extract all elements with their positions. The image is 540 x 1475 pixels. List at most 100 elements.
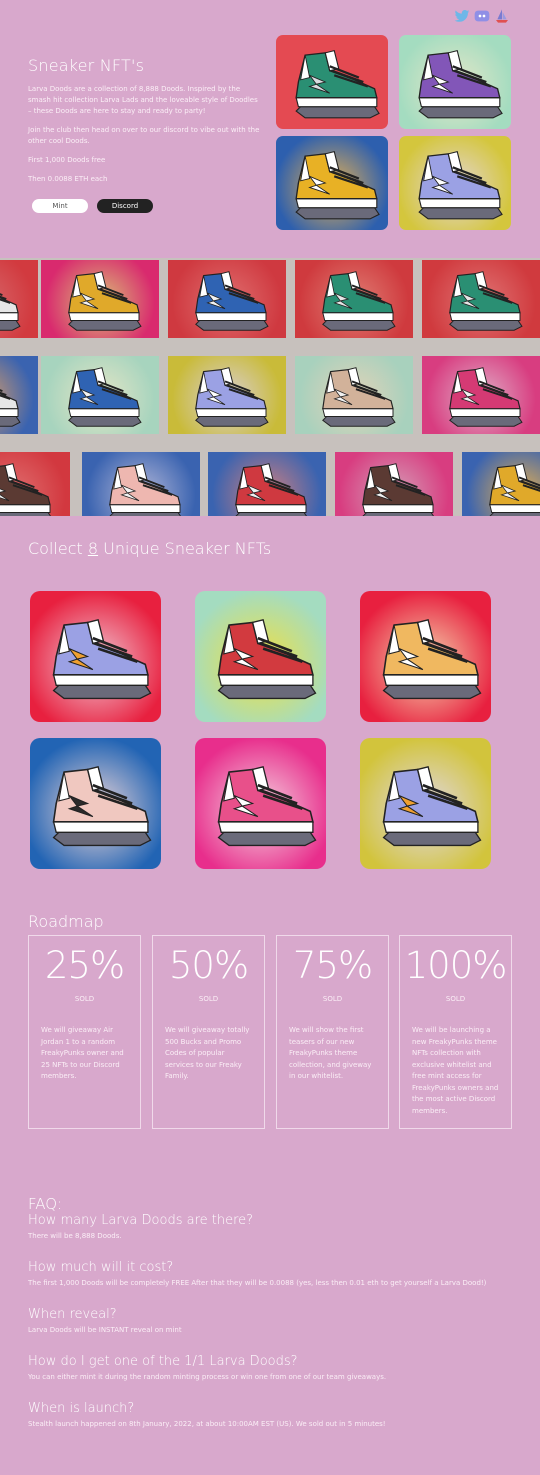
discord-button[interactable]: Discord (97, 199, 153, 213)
roadmap-title: Roadmap (28, 912, 104, 931)
faq-question: How many Larva Doods are there? (28, 1213, 254, 1228)
faq-title: FAQ: (28, 1195, 63, 1213)
social-links (454, 8, 510, 24)
discord-icon[interactable] (474, 8, 490, 24)
faq-item: How many Larva Doods are there? There wi… (28, 1213, 518, 1240)
collect-title-prefix: Collect (28, 539, 88, 558)
sneaker-image (322, 367, 396, 427)
hero-sneaker-tile (399, 35, 511, 129)
sneaker-image (68, 367, 142, 427)
banner-tile (41, 260, 159, 338)
banner-tile (82, 452, 200, 516)
faq-answer: Stealth launch happened on 8th January, … (28, 1420, 386, 1428)
sneaker-image (382, 619, 482, 700)
sneaker-image (217, 766, 317, 847)
banner-tile (422, 356, 540, 434)
sneaker-banner (0, 258, 540, 516)
sneaker-image (295, 49, 380, 119)
roadmap-description: We will giveaway totally 500 Bucks and P… (165, 1026, 250, 1080)
banner-tile (168, 260, 286, 338)
sneaker-image (449, 367, 523, 427)
banner-tile (462, 452, 540, 516)
sneaker-image (489, 463, 540, 516)
banner-tile (295, 356, 413, 434)
hero-description: Larva Doods are a collection of 8,888 Do… (28, 85, 258, 115)
banner-tile (0, 452, 70, 516)
faq-answer: The first 1,000 Doods will be completely… (28, 1279, 487, 1287)
roadmap-percent: 75% (292, 944, 373, 987)
faq-question: When is launch? (28, 1401, 135, 1416)
banner-tile (295, 260, 413, 338)
banner-tile (208, 452, 326, 516)
collect-title: Collect 8 Unique Sneaker NFTs (28, 539, 271, 558)
collect-grid (30, 591, 491, 869)
hero-sneaker-tile (276, 35, 388, 129)
faq-item: When is launch? Stealth launch happened … (28, 1401, 518, 1428)
banner-tile (41, 356, 159, 434)
sneaker-card[interactable] (195, 738, 326, 869)
sneaker-image (362, 463, 435, 516)
collect-title-count: 8 (87, 539, 99, 558)
sneaker-image (195, 271, 269, 331)
hero-title: Sneaker NFT's (28, 56, 145, 75)
faq-answer: You can either mint it during the random… (28, 1373, 387, 1381)
sneaker-image (0, 293, 21, 331)
sneaker-card[interactable] (360, 738, 491, 869)
banner-tile (335, 452, 453, 516)
roadmap-description: We will giveaway Air Jordan 1 to a rando… (41, 1026, 124, 1080)
sneaker-image (52, 619, 152, 700)
hero-free-text: First 1,000 Doods free (28, 156, 106, 164)
hero-sneaker-tile (399, 136, 511, 230)
hero-section: Sneaker NFT's Larva Doods are a collecti… (28, 56, 260, 213)
banner-tile (168, 356, 286, 434)
faq-answer: There will be 8,888 Doods. (28, 1232, 122, 1240)
sneaker-card[interactable] (360, 591, 491, 722)
roadmap-description: We will show the first teasers of our ne… (289, 1026, 372, 1080)
faq-answer: Larva Doods will be INSTANT reveal on mi… (28, 1326, 182, 1334)
roadmap-card-100: 100% SOLD We will be launching a new Fre… (399, 935, 512, 1129)
sneaker-image (195, 367, 269, 427)
twitter-icon[interactable] (454, 8, 470, 24)
banner-tile (0, 356, 38, 434)
faq-item: How much will it cost? The first 1,000 D… (28, 1260, 518, 1287)
hero-buttons: Mint Discord (32, 199, 260, 213)
roadmap-sold-label: SOLD (445, 995, 466, 1003)
sneaker-image (382, 766, 482, 847)
roadmap-description: We will be launching a new FreakyPunks t… (412, 1026, 499, 1115)
sneaker-card[interactable] (30, 591, 161, 722)
roadmap-percent: 50% (168, 944, 249, 987)
sneaker-image (418, 150, 503, 220)
roadmap-card-50: 50% SOLD We will giveaway totally 500 Bu… (152, 935, 265, 1129)
hero-join-text: Join the club then head on over to our d… (28, 126, 260, 145)
banner-tile (422, 260, 540, 338)
sneaker-image (295, 150, 380, 220)
roadmap-sold-label: SOLD (198, 995, 219, 1003)
sneaker-image (109, 463, 182, 516)
faq-item: How do I get one of the 1/1 Larva Doods?… (28, 1354, 518, 1381)
sneaker-image (217, 619, 317, 700)
sneaker-card[interactable] (30, 738, 161, 869)
sneaker-image (235, 463, 308, 516)
roadmap-sold-label: SOLD (74, 995, 95, 1003)
roadmap-card-75: 75% SOLD We will show the first teasers … (276, 935, 389, 1129)
banner-tile (0, 260, 38, 338)
collect-title-suffix: Unique Sneaker NFTs (98, 539, 272, 558)
mint-button[interactable]: Mint (32, 199, 88, 213)
sneaker-image (68, 271, 142, 331)
roadmap-card-25: 25% SOLD We will giveaway Air Jordan 1 t… (28, 935, 141, 1129)
faq-question: When reveal? (28, 1307, 117, 1322)
sneaker-image (0, 463, 52, 516)
hero-sneaker-grid (276, 35, 511, 230)
faq-item: When reveal? Larva Doods will be INSTANT… (28, 1307, 518, 1334)
faq-question: How do I get one of the 1/1 Larva Doods? (28, 1354, 298, 1369)
faq-section: FAQ: How many Larva Doods are there? The… (28, 1195, 518, 1448)
roadmap-percent: 25% (44, 944, 125, 987)
roadmap-percent: 100% (404, 944, 508, 987)
sneaker-image (449, 271, 523, 331)
sneaker-card[interactable] (195, 591, 326, 722)
sneaker-image (0, 389, 21, 427)
opensea-icon[interactable] (494, 8, 510, 24)
hero-sneaker-tile (276, 136, 388, 230)
hero-price-text: Then 0.0088 ETH each (28, 175, 108, 183)
sneaker-image (418, 49, 503, 119)
